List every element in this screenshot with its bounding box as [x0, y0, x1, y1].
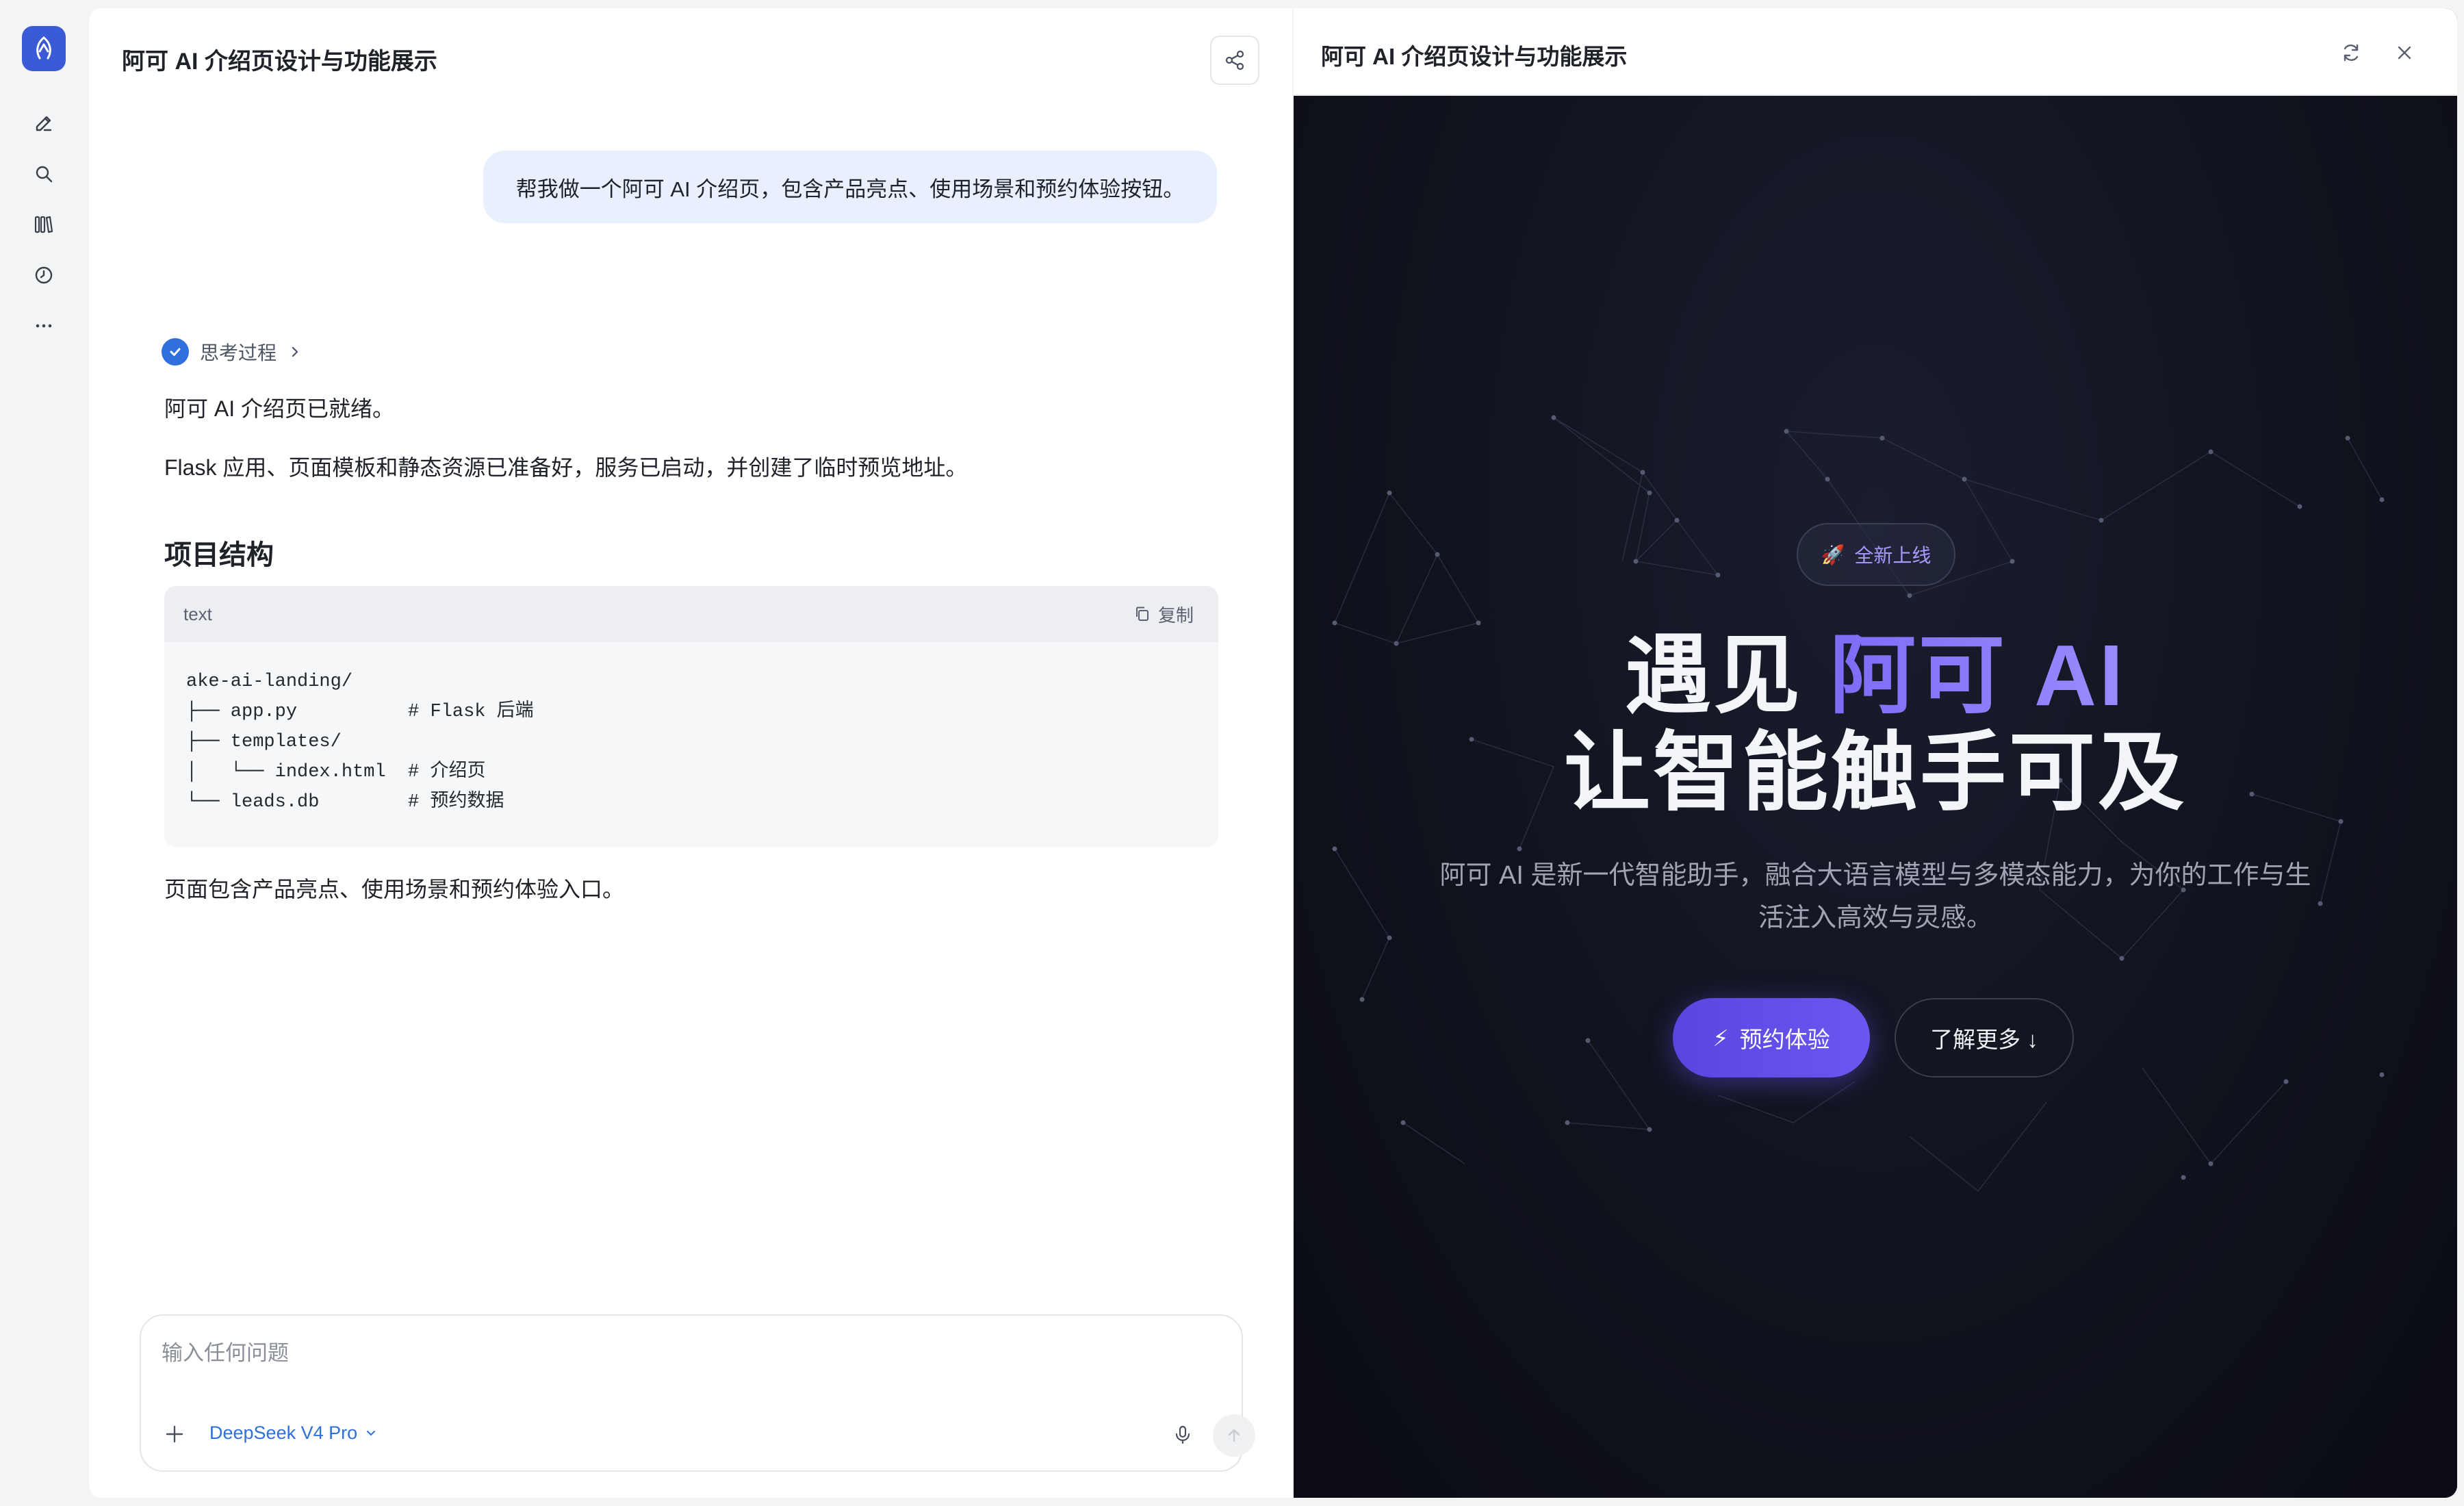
- plus-icon: [166, 1425, 183, 1443]
- reply-text: 页面包含产品亮点、使用场景和预约体验入口。: [164, 877, 625, 902]
- chat-panel: 阿可 AI 介绍页设计与功能展示 帮我做一个阿可 AI 介绍页，包含产品亮点、使…: [89, 8, 1292, 1498]
- new-launch-badge: 🚀 全新上线: [1797, 523, 1955, 586]
- share-button[interactable]: [1210, 36, 1259, 85]
- reply-text: Flask 应用、页面模板和静态资源已准备好，服务已启动，并创建了临时预览地址。: [164, 455, 968, 480]
- landing-page-preview: 🚀 全新上线 遇见 阿可 AI 让智能触手可及 阿可 AI 是新一代智能助手，融…: [1294, 96, 2457, 1498]
- arrow-up-icon: [1228, 1429, 1240, 1442]
- hero-title-line1: 遇见 阿可 AI: [1294, 624, 2457, 727]
- copy-button[interactable]: 复制: [1133, 602, 1194, 627]
- voice-input-button[interactable]: [1165, 1417, 1201, 1453]
- hero-title-line2: 让智能触手可及: [1564, 724, 2187, 821]
- copy-icon: [1135, 607, 1148, 621]
- book-demo-button[interactable]: ⚡ 预约体验: [1673, 998, 1870, 1077]
- app-logo[interactable]: [22, 26, 66, 71]
- code-content: ake-ai-landing/ ├── app.py # Flask 后端 ├─…: [186, 672, 534, 813]
- app-window: 阿可 AI 介绍页设计与功能展示 帮我做一个阿可 AI 介绍页，包含产品亮点、使…: [0, 0, 2464, 1506]
- hero-prefix: 遇见: [1624, 627, 1830, 724]
- left-rail: [0, 0, 88, 1506]
- composer: DeepSeek V4 Pro: [140, 1314, 1255, 1472]
- copy-label: 复制: [1157, 604, 1194, 626]
- edit-icon: [36, 116, 52, 131]
- chevron-right-icon: [292, 346, 298, 357]
- learn-more-button[interactable]: 了解更多 ↓: [1895, 998, 2074, 1077]
- attach-button[interactable]: [159, 1418, 190, 1450]
- share-icon: [1225, 50, 1244, 71]
- library-button[interactable]: [27, 208, 60, 241]
- hero-subtitle: 阿可 AI 是新一代智能助手，融合大语言模型与多模态能力，为你的工作与生活注入高…: [1439, 861, 2311, 932]
- logo-icon: [36, 36, 51, 60]
- clock-icon: [35, 266, 53, 284]
- preview-panel: 阿可 AI 介绍页设计与功能展示 🚀 全新上线 遇见 阿可 AI 让智能触手可及…: [1294, 8, 2457, 1498]
- preview-title: 阿可 AI 介绍页设计与功能展示: [1321, 44, 1628, 69]
- more-button[interactable]: [27, 309, 60, 342]
- rocket-icon: 🚀: [1821, 544, 1845, 565]
- code-language-label: text: [183, 603, 212, 624]
- new-chat-button[interactable]: [27, 107, 60, 140]
- badge-label: 全新上线: [1854, 545, 1932, 566]
- refresh-button[interactable]: [2334, 36, 2368, 70]
- model-selector[interactable]: DeepSeek V4 Pro: [209, 1422, 378, 1444]
- section-heading: 项目结构: [164, 540, 274, 570]
- check-icon: [162, 338, 189, 366]
- refresh-icon: [2344, 44, 2359, 62]
- code-block-header: text 复制: [164, 586, 1218, 642]
- model-name: DeepSeek V4 Pro: [209, 1422, 358, 1443]
- microphone-icon: [1175, 1425, 1190, 1444]
- send-button[interactable]: [1213, 1414, 1255, 1457]
- hero-brand-accent: 阿可 AI: [1830, 627, 2127, 724]
- message-input[interactable]: [162, 1336, 1120, 1370]
- user-message-bubble: 帮我做一个阿可 AI 介绍页，包含产品亮点、使用场景和预约体验按钮。: [483, 151, 1217, 223]
- close-icon: [2398, 46, 2411, 60]
- reply-text: 阿可 AI 介绍页已就绪。: [164, 396, 395, 421]
- history-button[interactable]: [27, 259, 60, 292]
- chevron-down-icon: [367, 1430, 376, 1435]
- conversation-title: 阿可 AI 介绍页设计与功能展示: [122, 49, 437, 75]
- search-icon: [36, 166, 53, 183]
- thinking-process-toggle[interactable]: 思考过程: [162, 337, 303, 367]
- library-icon: [34, 216, 53, 233]
- preview-header: 阿可 AI 介绍页设计与功能展示: [1294, 8, 2457, 96]
- close-button[interactable]: [2387, 36, 2422, 70]
- lightning-icon: ⚡: [1712, 1025, 1729, 1051]
- code-block: text 复制 ake-ai-landing/ ├── app.py # Fla…: [164, 586, 1218, 847]
- thinking-label: 思考过程: [200, 342, 277, 363]
- book-demo-label: 预约体验: [1739, 1027, 1830, 1052]
- more-dots-icon: [36, 324, 52, 328]
- search-button[interactable]: [27, 157, 60, 190]
